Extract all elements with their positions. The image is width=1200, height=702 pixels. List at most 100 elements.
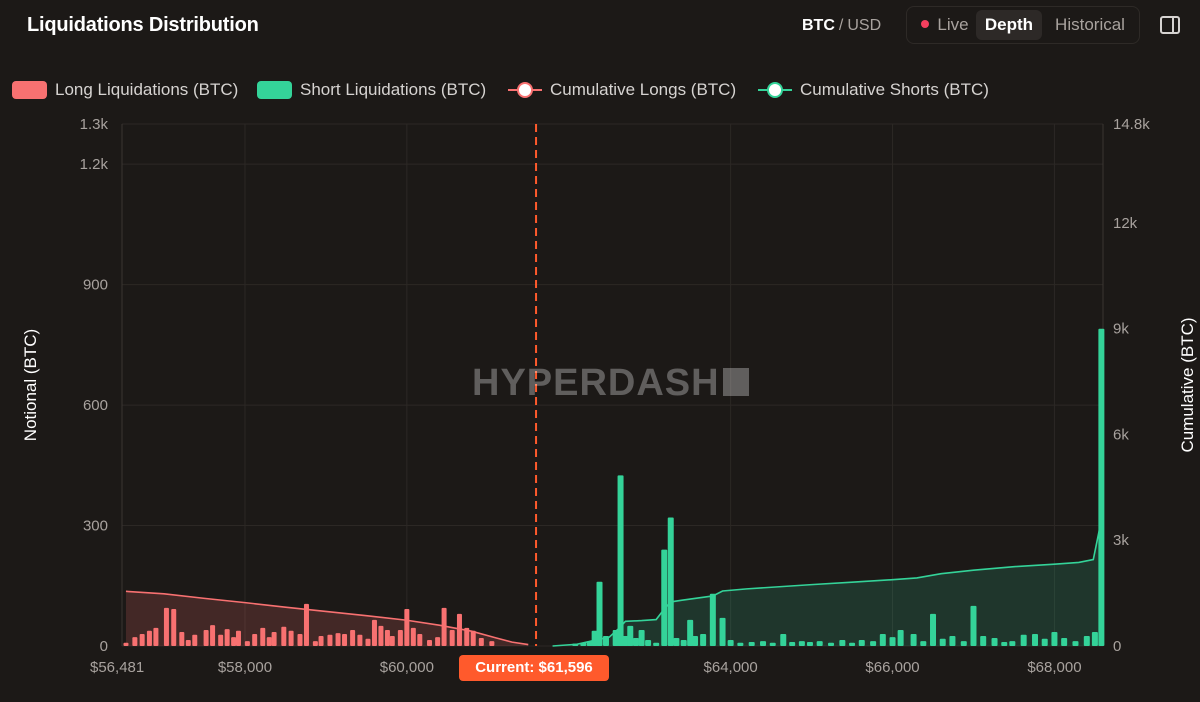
short-bar (1072, 641, 1079, 646)
long-bar (244, 641, 250, 646)
y2-tick-label: 6k (1113, 426, 1129, 443)
long-bar (123, 642, 129, 646)
x-tick-label: $66,000 (865, 659, 919, 676)
short-bar (596, 581, 603, 646)
y-axis-title: Notional (BTC) (21, 328, 40, 442)
short-bar (692, 635, 699, 646)
long-bar (179, 631, 185, 646)
short-bar (617, 475, 624, 646)
short-bar (737, 642, 744, 646)
long-bar (224, 629, 230, 646)
short-bar (920, 641, 927, 646)
short-bar (638, 629, 645, 646)
long-bar (417, 633, 423, 646)
y2-axis-title: Cumulative (BTC) (1178, 317, 1197, 453)
short-bar (879, 633, 886, 646)
short-bar (780, 633, 787, 646)
short-bar (667, 517, 674, 646)
long-bar (435, 637, 441, 646)
y-tick-label: 1.2k (80, 156, 109, 173)
y-axis-ticks: 0 300 600 900 1.2k 1.3k (80, 116, 109, 655)
short-bar (839, 639, 846, 646)
short-bar (627, 625, 634, 646)
long-bar (357, 634, 363, 646)
long-bar (371, 619, 377, 646)
short-bar (1001, 641, 1008, 646)
short-bar (889, 637, 896, 646)
short-bar (653, 642, 660, 646)
short-bar (870, 641, 877, 646)
x-tick-label: $60,000 (380, 659, 434, 676)
long-bar (231, 637, 237, 646)
x-tick-label: $68,000 (1027, 659, 1081, 676)
long-bar (297, 633, 303, 646)
short-bar (1032, 633, 1039, 646)
short-bar (1009, 641, 1016, 646)
long-bar (404, 609, 410, 646)
long-bar (478, 637, 484, 646)
long-bar (139, 633, 145, 646)
short-bar (1051, 631, 1058, 646)
short-bar (806, 641, 813, 646)
watermark-block-icon (722, 368, 749, 396)
y-tick-label: 600 (83, 397, 108, 414)
short-bar (789, 641, 796, 646)
short-bar (897, 629, 904, 646)
y2-tick-label: 9k (1113, 321, 1129, 338)
long-bar (389, 635, 395, 646)
short-bar (1041, 638, 1048, 646)
long-bar (427, 639, 433, 646)
short-bar (1020, 634, 1027, 646)
short-bar (700, 633, 707, 646)
long-bar (327, 634, 333, 646)
short-bar (849, 642, 856, 646)
short-bar (680, 639, 687, 646)
long-bar (410, 627, 416, 646)
long-bar (384, 629, 390, 646)
y2-tick-label: 0 (1113, 638, 1121, 655)
long-bar (185, 639, 191, 646)
long-bar (218, 634, 224, 646)
short-bar (910, 633, 917, 646)
long-bar (281, 626, 287, 646)
long-bar (163, 607, 169, 646)
short-bar (798, 641, 805, 646)
x-tick-label: $64,000 (704, 659, 758, 676)
short-bar (1083, 635, 1090, 646)
long-bar (146, 630, 152, 646)
long-bar (312, 641, 318, 646)
short-bar (980, 635, 987, 646)
long-bar (203, 629, 209, 646)
y2-tick-label: 12k (1113, 215, 1138, 232)
y2-tick-label: 3k (1113, 532, 1129, 549)
short-bar (930, 613, 937, 646)
y-tick-label: 1.3k (80, 116, 109, 133)
short-bar (727, 639, 734, 646)
short-bar (1061, 637, 1068, 646)
short-bar (939, 638, 946, 646)
short-bar (661, 549, 668, 646)
short-bar (748, 641, 755, 646)
short-bar (709, 593, 716, 646)
short-bar (645, 639, 652, 646)
short-bar (949, 635, 956, 646)
short-bar (1098, 328, 1105, 646)
long-bar (378, 625, 384, 646)
short-bar (816, 641, 823, 646)
long-bar (192, 634, 198, 646)
long-bar (260, 627, 266, 646)
long-bar (470, 630, 476, 646)
short-bar (673, 637, 680, 646)
long-bar (335, 633, 341, 646)
long-bar (252, 633, 258, 646)
y2-axis-ticks: 0 3k 6k 9k 12k 14.8k (1113, 116, 1150, 655)
short-bar (970, 605, 977, 646)
long-bar (489, 641, 495, 646)
long-bar (397, 629, 403, 646)
long-bar (235, 630, 241, 646)
long-bar (210, 625, 216, 646)
long-bar (318, 635, 324, 646)
x-tick-label: $56,481 (90, 659, 144, 676)
short-bar (632, 637, 639, 646)
long-bar (271, 631, 277, 646)
